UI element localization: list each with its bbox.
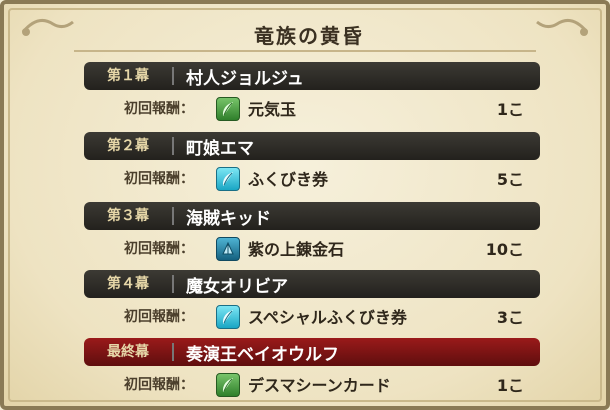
chapter-header: 第３幕 海賊キッド (84, 202, 540, 230)
green-leaf-icon (216, 97, 240, 121)
reward-name: 紫の上錬金石 (248, 240, 345, 259)
reward-label: 初回報酬： (124, 309, 194, 325)
chapter-header: 第４幕 魔女オリビア (84, 270, 540, 298)
reward-count: 1こ (496, 100, 524, 119)
reward-name: スペシャルふくびき券 (248, 308, 407, 327)
chapter-number: 最終幕 (84, 343, 174, 361)
reward-row: 初回報酬： スペシャルふくびき券 3こ (84, 298, 540, 334)
reward-row: 初回報酬： ふくびき券 5こ (84, 160, 540, 196)
reward-label: 初回報酬： (124, 241, 194, 257)
reward-count: 10こ (485, 240, 524, 259)
chapter-final[interactable]: 最終幕 奏演王ベイオウルフ 初回報酬： デスマシーンカード 1こ (84, 338, 540, 402)
reward-row: 初回報酬： 紫の上錬金石 10こ (84, 230, 540, 266)
reward-label: 初回報酬： (124, 171, 194, 187)
chapter-number: 第２幕 (84, 137, 174, 155)
chapter-number: 第３幕 (84, 207, 174, 225)
chapter-name: 海賊キッド (186, 208, 271, 229)
chapter-name: 魔女オリビア (186, 276, 288, 297)
chapter-name: 村人ジョルジュ (186, 68, 304, 89)
reward-name: ふくびき券 (248, 170, 329, 189)
chapter-1[interactable]: 第１幕 村人ジョルジュ 初回報酬： 元気玉 1こ (84, 62, 540, 126)
blue-stone-icon (216, 237, 240, 261)
cyan-leaf-icon (216, 167, 240, 191)
title-bar: 竜族の黄昏 (44, 16, 574, 52)
chapter-header: 最終幕 奏演王ベイオウルフ (84, 338, 540, 366)
reward-count: 3こ (496, 308, 524, 327)
chapter-name: 町娘エマ (186, 138, 254, 159)
reward-label: 初回報酬： (124, 377, 194, 393)
chapter-number: 第４幕 (84, 275, 174, 293)
chapter-3[interactable]: 第３幕 海賊キッド 初回報酬： 紫の上錬金石 10こ (84, 202, 540, 266)
chapter-2[interactable]: 第２幕 町娘エマ 初回報酬： ふくびき券 5こ (84, 132, 540, 196)
reward-count: 1こ (496, 376, 524, 395)
reward-count: 5こ (496, 170, 524, 189)
title-divider (74, 50, 536, 52)
chapter-number: 第１幕 (84, 67, 174, 85)
reward-name: デスマシーンカード (248, 376, 391, 395)
reward-name: 元気玉 (248, 100, 297, 119)
reward-row: 初回報酬： デスマシーンカード 1こ (84, 366, 540, 402)
reward-row: 初回報酬： 元気玉 1こ (84, 90, 540, 126)
dialog-frame: 竜族の黄昏 第１幕 村人ジョルジュ 初回報酬： 元気玉 1こ 第２幕 町娘エマ … (0, 0, 610, 410)
chapter-name: 奏演王ベイオウルフ (186, 344, 339, 365)
chapter-header: 第２幕 町娘エマ (84, 132, 540, 160)
chapter-header: 第１幕 村人ジョルジュ (84, 62, 540, 90)
cyan-leaf-icon (216, 305, 240, 329)
reward-label: 初回報酬： (124, 101, 194, 117)
green-leaf-icon (216, 373, 240, 397)
chapter-4[interactable]: 第４幕 魔女オリビア 初回報酬： スペシャルふくびき券 3こ (84, 270, 540, 334)
page-title: 竜族の黄昏 (254, 23, 364, 48)
